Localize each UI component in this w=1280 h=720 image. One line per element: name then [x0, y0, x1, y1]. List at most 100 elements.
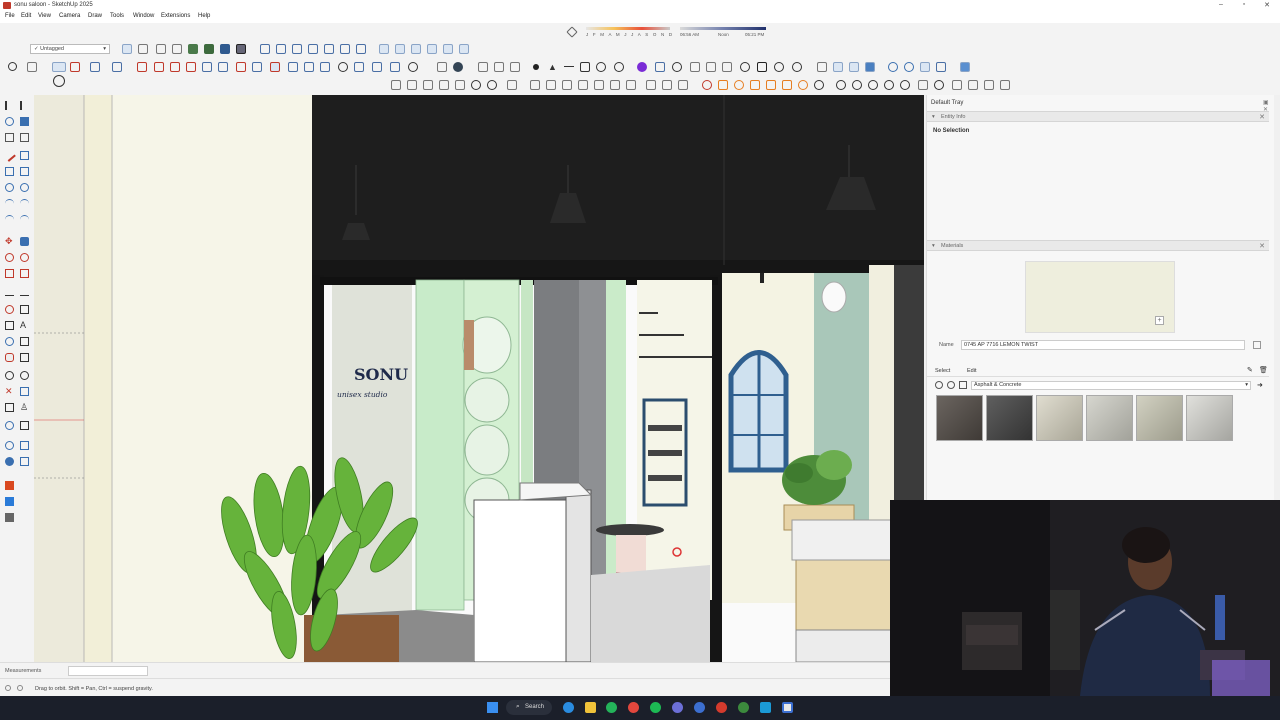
array-icon[interactable] — [662, 80, 672, 90]
rectangle-icon[interactable] — [5, 167, 14, 176]
forward-icon[interactable] — [947, 381, 955, 389]
rectangle-tool-icon[interactable] — [112, 62, 122, 72]
box-icon[interactable] — [757, 62, 767, 72]
paint-bucket-icon[interactable] — [236, 62, 246, 72]
sketchup-red-icon[interactable] — [5, 481, 14, 490]
solid-trim-icon[interactable] — [439, 80, 449, 90]
sketchup-blue-icon[interactable] — [5, 497, 14, 506]
app-green-2-icon[interactable] — [738, 702, 749, 713]
geo-status-icon[interactable] — [5, 685, 11, 691]
windows-start-icon[interactable] — [487, 702, 498, 713]
scale-tool-icon[interactable] — [186, 62, 196, 72]
push-pull-tool-icon[interactable] — [20, 237, 29, 246]
crosshair-icon[interactable] — [53, 75, 65, 87]
geo-location-icon[interactable] — [408, 62, 418, 72]
view-top-icon[interactable] — [276, 44, 286, 54]
view-right-icon[interactable] — [308, 44, 318, 54]
style-wireframe-icon[interactable] — [156, 44, 166, 54]
curve-tool-2-icon[interactable] — [852, 80, 862, 90]
section-active-icon[interactable] — [459, 44, 469, 54]
section-display-icon[interactable] — [395, 44, 405, 54]
smoove-icon[interactable] — [546, 80, 556, 90]
table-icon[interactable] — [646, 80, 656, 90]
style-shaded-icon[interactable] — [188, 44, 198, 54]
zoom-icon[interactable] — [5, 371, 14, 380]
text-icon[interactable] — [20, 305, 29, 314]
pencil-icon[interactable] — [3, 149, 16, 162]
walk-tool-icon[interactable] — [478, 62, 488, 72]
view-left-icon[interactable] — [340, 44, 350, 54]
material-swatch-1[interactable] — [936, 395, 983, 441]
walk-person-icon[interactable]: ♙ — [20, 403, 29, 412]
taskbar-search[interactable]: ⌕ Search — [506, 700, 552, 715]
position-camera-icon[interactable] — [494, 62, 504, 72]
move-tool-icon[interactable] — [154, 62, 164, 72]
frame-tool-icon[interactable] — [918, 80, 928, 90]
arc-2-icon[interactable] — [20, 199, 29, 208]
add-detail-icon[interactable] — [594, 80, 604, 90]
axes-icon[interactable] — [5, 321, 14, 330]
push-pull-icon[interactable] — [137, 62, 147, 72]
delete-icon[interactable]: 🗑 — [1259, 366, 1268, 374]
info-status-icon[interactable] — [17, 685, 23, 691]
style-monochrome-icon[interactable] — [220, 44, 230, 54]
menu-view[interactable]: View — [38, 13, 51, 19]
prev-view-icon[interactable] — [817, 62, 827, 72]
material-name-field[interactable]: 0745 AP 7716 LEMON TWIST — [961, 340, 1245, 350]
view-bottom-icon[interactable] — [356, 44, 366, 54]
target-icon[interactable] — [672, 62, 682, 72]
lasso-select-icon[interactable] — [20, 101, 29, 110]
material-library-select[interactable]: Asphalt & Concrete ▾ — [971, 381, 1251, 390]
curve-tool-4-icon[interactable] — [884, 80, 894, 90]
tag-dropdown[interactable]: ✓ Untagged ▾ — [30, 44, 110, 54]
zoom-plugin-icon[interactable] — [888, 62, 898, 72]
file-explorer-icon[interactable] — [585, 702, 596, 713]
sketchup-taskbar-icon[interactable] — [782, 702, 793, 713]
orbit-tool-icon[interactable] — [252, 62, 262, 72]
extension-manager-icon[interactable] — [390, 62, 400, 72]
view-iso-icon[interactable] — [260, 44, 270, 54]
offset-icon[interactable] — [20, 269, 29, 278]
pie-icon[interactable] — [20, 215, 29, 224]
zoom-extents-icon[interactable] — [320, 62, 330, 72]
orange-tool-4-icon[interactable] — [798, 80, 808, 90]
solid-intersect-icon[interactable] — [407, 80, 417, 90]
back-icon[interactable] — [935, 381, 943, 389]
material-swatch-4[interactable] — [1086, 395, 1133, 441]
entity-info-header[interactable]: ▾ Entity Info ✕ — [927, 111, 1269, 122]
gear-red-icon[interactable] — [702, 80, 712, 90]
protractor-icon[interactable] — [5, 305, 14, 314]
view-back-icon[interactable] — [324, 44, 334, 54]
frame-tool-6-icon[interactable] — [1000, 80, 1010, 90]
orange-tool-icon[interactable] — [750, 80, 760, 90]
shadow-time-slider[interactable] — [680, 27, 766, 30]
section-icon[interactable] — [20, 421, 29, 430]
edge-browser-icon[interactable] — [563, 702, 574, 713]
shadow-month-slider[interactable] — [586, 27, 670, 30]
solid-split-icon[interactable] — [455, 80, 465, 90]
menu-edit[interactable]: Edit — [21, 13, 31, 19]
material-swatch-3[interactable] — [1036, 395, 1083, 441]
dimension-icon[interactable] — [20, 287, 29, 296]
zoom-extents-tool-icon[interactable]: ✕ — [5, 387, 14, 396]
app-blue-icon[interactable] — [694, 702, 705, 713]
render-plugin-icon[interactable] — [920, 62, 930, 72]
help-icon[interactable] — [792, 62, 802, 72]
pan-tool-icon[interactable] — [270, 62, 280, 72]
look-around-icon[interactable] — [510, 62, 520, 72]
sandbox-from-contours-icon[interactable] — [507, 80, 517, 90]
spotify-icon[interactable] — [650, 702, 661, 713]
zoom-window-tool-icon[interactable] — [20, 371, 29, 380]
look-icon[interactable] — [20, 353, 29, 362]
eraser-icon[interactable] — [5, 133, 14, 142]
zoom-plugin-2-icon[interactable] — [904, 62, 914, 72]
scene-icon[interactable] — [690, 62, 700, 72]
new-file-icon[interactable] — [437, 62, 447, 72]
frame-tool-3-icon[interactable] — [952, 80, 962, 90]
style-textures-icon[interactable] — [204, 44, 214, 54]
eraser-tool-icon[interactable] — [52, 62, 66, 72]
frame-tool-4-icon[interactable] — [968, 80, 978, 90]
menu-file[interactable]: File — [5, 13, 15, 19]
curve-tool-3-icon[interactable] — [868, 80, 878, 90]
circle-icon[interactable] — [596, 62, 606, 72]
